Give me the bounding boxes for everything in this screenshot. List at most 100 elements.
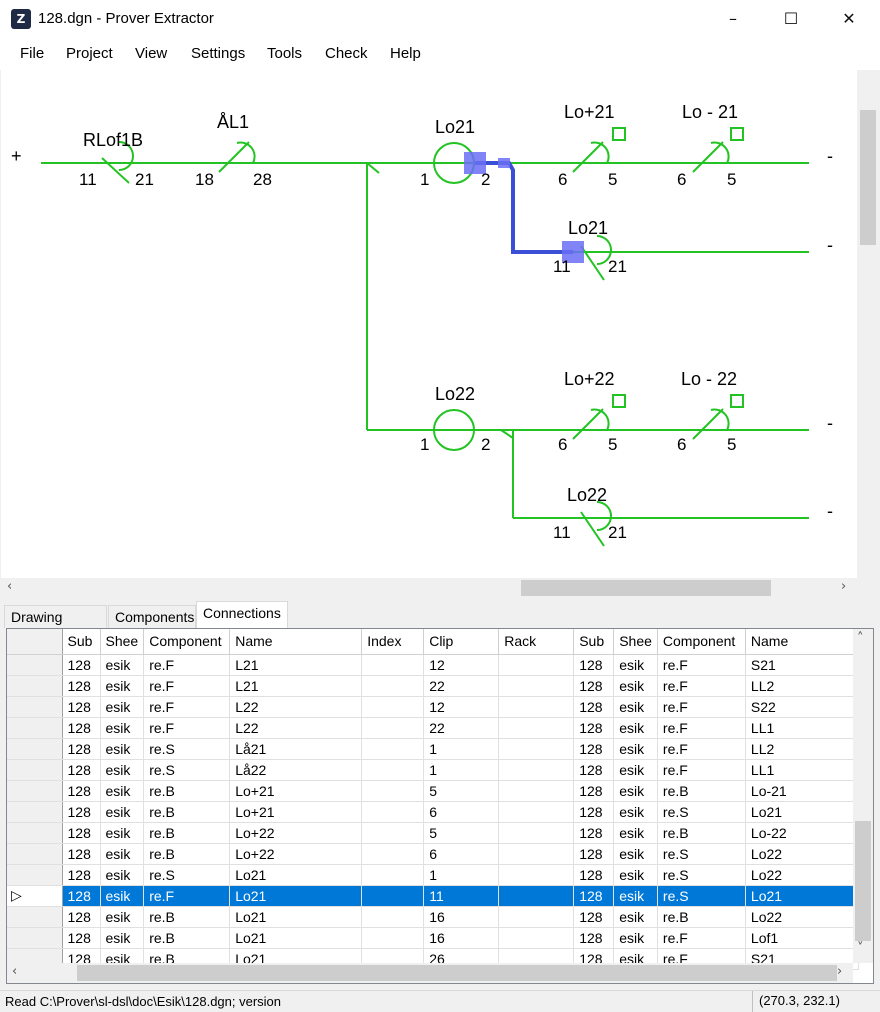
table-cell[interactable]: 1	[423, 738, 500, 760]
table-cell[interactable]	[498, 696, 575, 718]
table-cell[interactable]	[361, 717, 425, 739]
table-cell[interactable]	[361, 885, 425, 907]
column-header[interactable]: Name	[745, 629, 859, 655]
table-cell[interactable]: 128	[573, 717, 615, 739]
table-cell[interactable]: L21	[229, 675, 363, 697]
table-cell[interactable]: re.F	[143, 654, 231, 676]
column-header[interactable]: Sub	[573, 629, 615, 655]
table-cell[interactable]: Lo22	[745, 843, 859, 865]
scroll-right-icon[interactable]: ›	[841, 579, 846, 594]
table-cell[interactable]: 128	[573, 738, 615, 760]
table-cell[interactable]: re.B	[143, 801, 231, 823]
table-cell[interactable]: Lo+22	[229, 822, 363, 844]
table-row[interactable]: 128 esik re.B Lo+22 6 128 esik re.S Lo22	[7, 843, 859, 865]
row-header[interactable]	[7, 906, 63, 928]
row-header[interactable]	[7, 654, 63, 676]
scroll-thumb[interactable]	[521, 580, 771, 596]
table-row[interactable]: 128 esik re.F L21 22 128 esik re.F LL2	[7, 675, 859, 697]
table-cell[interactable]: 128	[62, 675, 101, 697]
row-header[interactable]	[7, 864, 63, 886]
table-cell[interactable]: 128	[62, 822, 101, 844]
table-cell[interactable]: esik	[100, 864, 145, 886]
table-cell[interactable]: re.F	[657, 654, 746, 676]
row-header[interactable]	[7, 801, 63, 823]
table-cell[interactable]: 1	[423, 759, 500, 781]
table-cell[interactable]: esik	[100, 675, 145, 697]
table-cell[interactable]	[498, 843, 575, 865]
tab-drawing-check[interactable]: Drawing check	[4, 605, 107, 647]
table-cell[interactable]	[361, 696, 425, 718]
column-header[interactable]: Name	[229, 629, 363, 655]
table-cell[interactable]: 5	[423, 822, 500, 844]
highlighted-connection[interactable]	[464, 152, 584, 263]
table-cell[interactable]: 128	[62, 885, 101, 907]
table-cell[interactable]	[361, 738, 425, 760]
table-cell[interactable]: Lo22	[745, 906, 859, 928]
table-cell[interactable]: 128	[573, 885, 615, 907]
table-cell[interactable]: 128	[62, 654, 101, 676]
table-cell[interactable]: Lo-22	[745, 822, 859, 844]
menu-check[interactable]: Check	[325, 45, 368, 62]
table-cell[interactable]: 128	[62, 927, 101, 949]
table-cell[interactable]: esik	[100, 780, 145, 802]
table-cell[interactable]	[498, 738, 575, 760]
row-header[interactable]	[7, 717, 63, 739]
table-cell[interactable]	[361, 780, 425, 802]
table-cell[interactable]	[361, 654, 425, 676]
table-cell[interactable]: 128	[62, 696, 101, 718]
scroll-left-icon[interactable]: ‹	[7, 579, 12, 594]
table-cell[interactable]: 128	[573, 654, 615, 676]
table-cell[interactable]: esik	[100, 801, 145, 823]
schematic-diagram[interactable]: + - - - - RLof1B ÅL1 Lo21 Lo+21 Lo - 21 …	[1, 70, 857, 578]
table-cell[interactable]: esik	[100, 843, 145, 865]
table-cell[interactable]: re.F	[657, 738, 746, 760]
table-cell[interactable]: re.B	[143, 927, 231, 949]
table-cell[interactable]	[498, 906, 575, 928]
table-cell[interactable]: re.F	[657, 759, 746, 781]
table-cell[interactable]: esik	[100, 759, 145, 781]
menu-file[interactable]: File	[20, 45, 44, 62]
table-cell[interactable]: esik	[613, 696, 658, 718]
table-cell[interactable]: Lo+22	[229, 843, 363, 865]
column-header[interactable]: Sub	[62, 629, 101, 655]
table-cell[interactable]: 11	[423, 885, 500, 907]
close-button[interactable]: ✕	[820, 0, 878, 38]
table-cell[interactable]	[361, 801, 425, 823]
table-cell[interactable]: re.F	[657, 696, 746, 718]
table-cell[interactable]	[361, 822, 425, 844]
table-cell[interactable]: L22	[229, 696, 363, 718]
table-cell[interactable]: L21	[229, 654, 363, 676]
table-cell[interactable]: 128	[62, 801, 101, 823]
maximize-button[interactable]: ☐	[762, 0, 820, 38]
table-cell[interactable]: 128	[573, 780, 615, 802]
menu-settings[interactable]: Settings	[191, 45, 245, 62]
row-header[interactable]: ▷	[7, 885, 63, 907]
table-row[interactable]: 128 esik re.B Lo+21 5 128 esik re.B Lo-21	[7, 780, 859, 802]
table-cell[interactable]: 128	[62, 738, 101, 760]
table-cell[interactable]: re.F	[143, 885, 231, 907]
table-row[interactable]: 128 esik re.B Lo21 16 128 esik re.B Lo22	[7, 906, 859, 928]
table-cell[interactable]: esik	[100, 906, 145, 928]
table-cell[interactable]: re.F	[657, 675, 746, 697]
row-header[interactable]	[7, 822, 63, 844]
table-cell[interactable]: 22	[423, 675, 500, 697]
tab-connections[interactable]: Connections	[196, 601, 288, 629]
table-cell[interactable]: S21	[745, 654, 859, 676]
canvas-horizontal-scrollbar[interactable]: ‹ ›	[1, 578, 858, 598]
table-cell[interactable]	[498, 717, 575, 739]
table-cell[interactable]: 12	[423, 654, 500, 676]
grid-vertical-scrollbar[interactable]: ˄ ˅	[853, 629, 873, 963]
column-header[interactable]: Component	[657, 629, 746, 655]
table-row[interactable]: 128 esik re.F L22 22 128 esik re.F LL1	[7, 717, 859, 739]
table-cell[interactable]: 16	[423, 906, 500, 928]
table-cell[interactable]: Lof1	[745, 927, 859, 949]
table-cell[interactable]: 16	[423, 927, 500, 949]
table-row[interactable]: 128 esik re.F L21 12 128 esik re.F S21	[7, 654, 859, 676]
table-cell[interactable]: esik	[100, 738, 145, 760]
menu-tools[interactable]: Tools	[267, 45, 302, 62]
table-cell[interactable]: 22	[423, 717, 500, 739]
table-cell[interactable]: Lo21	[229, 864, 363, 886]
table-cell[interactable]: re.S	[657, 801, 746, 823]
table-cell[interactable]: esik	[613, 864, 658, 886]
table-cell[interactable]: esik	[613, 717, 658, 739]
